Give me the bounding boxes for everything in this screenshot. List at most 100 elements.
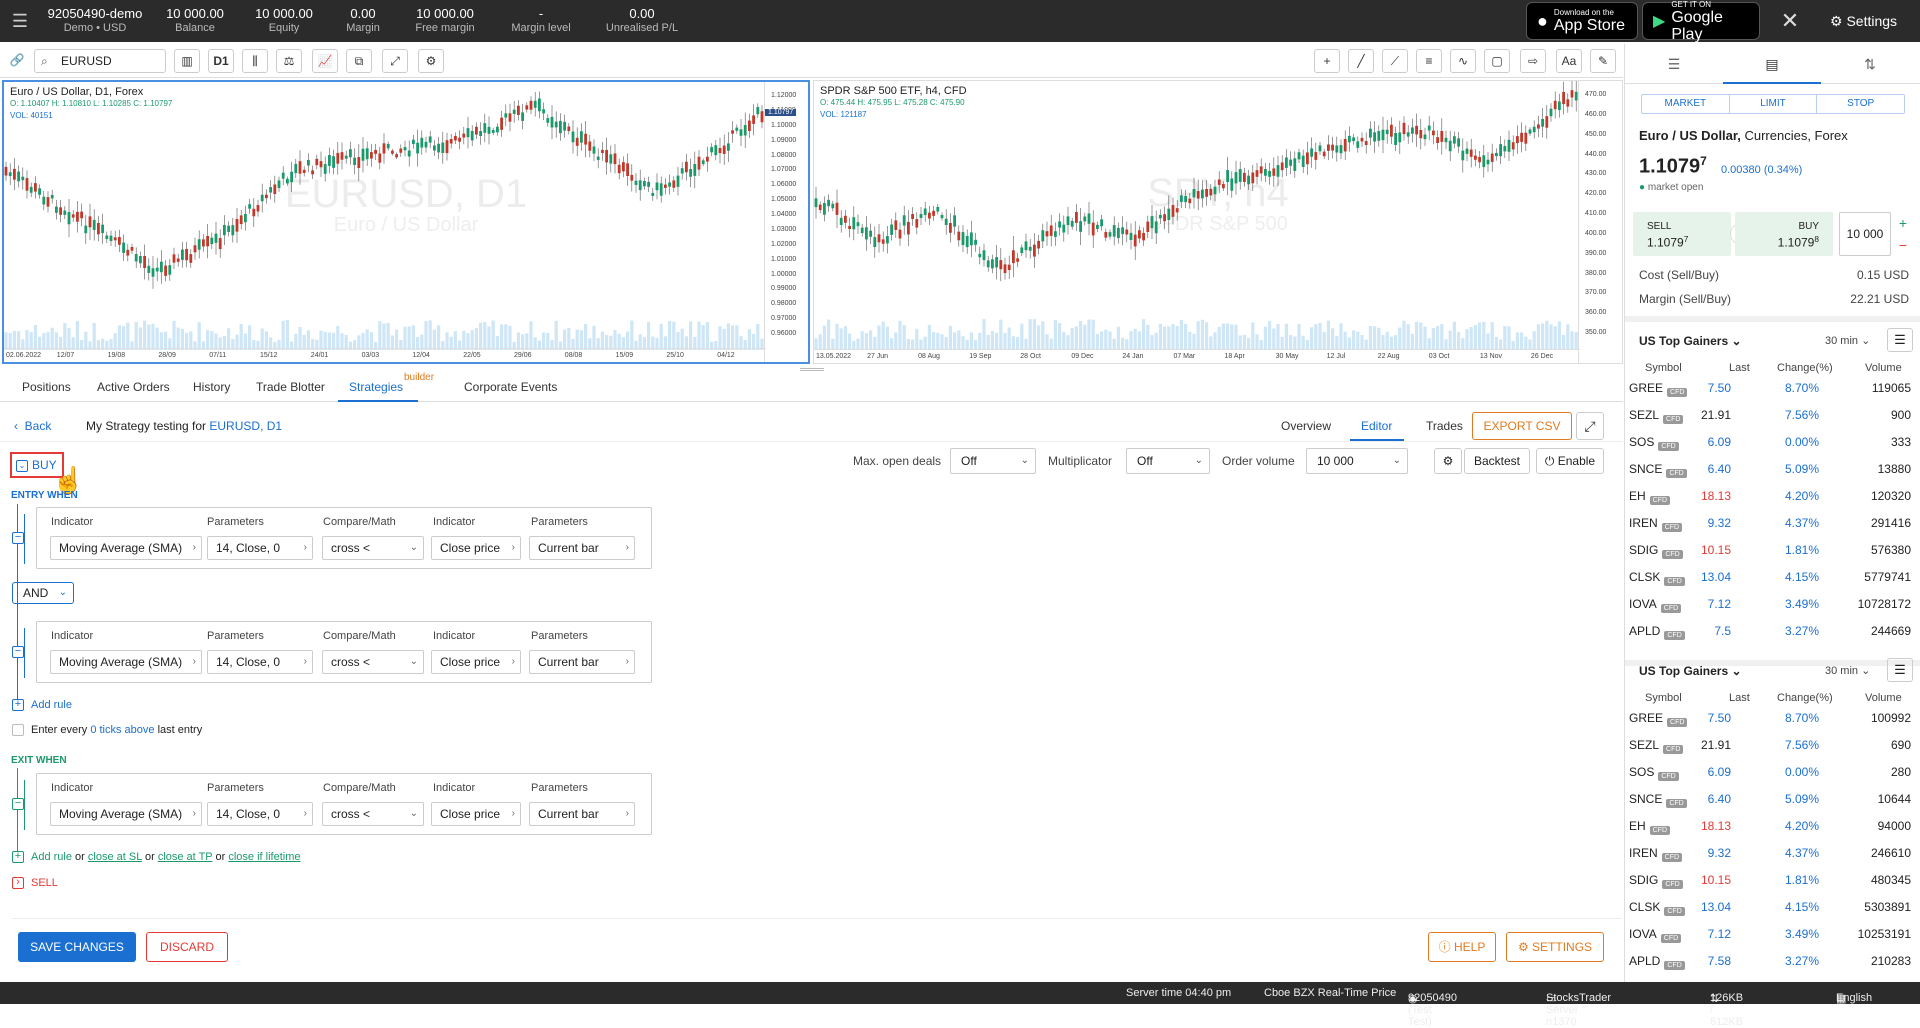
watchlist-row[interactable]: SOS CFD 6.09 0.00% 280 xyxy=(1625,758,1920,785)
watchlist-row[interactable]: SEZL CFD 21.91 7.56% 900 xyxy=(1625,401,1920,428)
watchlist-row[interactable]: APLD CFD 7.58 3.27% 210283 xyxy=(1625,947,1920,974)
indicator-select[interactable]: Moving Average (SMA) › xyxy=(50,650,202,674)
quantity-input[interactable]: 10 000 xyxy=(1839,212,1891,256)
indicator2-select[interactable]: Close price › xyxy=(431,802,521,826)
watchlist-title[interactable]: US Top Gainers ⌄ xyxy=(1639,334,1742,348)
max-open-select[interactable]: Off ⌄ xyxy=(950,448,1036,474)
back-link[interactable]: ‹ Back xyxy=(14,419,51,433)
list-icon[interactable]: ☰ xyxy=(1625,44,1723,84)
col-symbol[interactable]: Symbol xyxy=(1645,362,1682,374)
compare-select[interactable]: cross < ⌄ xyxy=(322,536,424,560)
watchlist-row[interactable]: IOVA CFD 7.12 3.49% 10253191 xyxy=(1625,920,1920,947)
menu-icon[interactable]: ☰ xyxy=(1887,328,1913,352)
close-sl-link[interactable]: close at SL xyxy=(88,851,142,863)
compare-select[interactable]: cross < ⌄ xyxy=(322,802,424,826)
order-type-stop[interactable]: STOP xyxy=(1817,95,1904,113)
buy-button[interactable]: BUY 1.10798 xyxy=(1735,212,1833,256)
close-lifetime-link[interactable]: close if lifetime xyxy=(228,851,300,863)
crosshair-icon[interactable]: + xyxy=(1314,49,1340,73)
decrease-icon[interactable]: − xyxy=(1895,234,1911,256)
candles-icon[interactable]: ⫼ xyxy=(242,49,268,73)
ticks-link[interactable]: 0 ticks above xyxy=(90,724,154,736)
chevron-right-icon[interactable]: › xyxy=(12,877,24,889)
view-overview[interactable]: Overview xyxy=(1281,419,1331,433)
export-csv-button[interactable]: EXPORT CSV xyxy=(1472,412,1572,440)
rectangle-icon[interactable]: ▢ xyxy=(1484,49,1510,73)
arrow-icon[interactable]: ⇨ xyxy=(1520,49,1546,73)
tab-strategies[interactable]: Strategies xyxy=(349,380,403,394)
app-store-badge[interactable]: ● Download on the App Store xyxy=(1526,2,1638,40)
gear-icon[interactable]: ⚙ xyxy=(1434,448,1462,474)
parameters2-select[interactable]: Current bar › xyxy=(529,802,635,826)
logic-and-select[interactable]: AND ⌄ xyxy=(12,582,74,604)
watchlist-row[interactable]: IREN CFD 9.32 4.37% 246610 xyxy=(1625,839,1920,866)
indicator-select[interactable]: Moving Average (SMA) › xyxy=(50,802,202,826)
discard-button[interactable]: DISCARD xyxy=(146,932,228,962)
order-ticket-icon[interactable]: ▤ xyxy=(1723,44,1821,84)
col-change[interactable]: Change(%) xyxy=(1777,692,1833,704)
watchlist-row[interactable]: SNCE CFD 6.40 5.09% 13880 xyxy=(1625,455,1920,482)
compare-icon[interactable]: ⚖ xyxy=(276,49,302,73)
chart-eurusd[interactable]: EURUSD, D1 Euro / US Dollar Euro / US Do… xyxy=(2,80,810,364)
strategy-symbol[interactable]: EURUSD, D1 xyxy=(209,419,282,433)
increase-icon[interactable]: + xyxy=(1895,212,1911,234)
collapse-icon[interactable]: − xyxy=(12,646,24,658)
save-changes-button[interactable]: SAVE CHANGES xyxy=(18,932,136,962)
watchlist-row[interactable]: EH CFD 18.13 4.20% 120320 xyxy=(1625,482,1920,509)
col-change[interactable]: Change(%) xyxy=(1777,362,1833,374)
help-button[interactable]: ⓘ HELP xyxy=(1428,932,1496,962)
timeframe-button[interactable]: D1 xyxy=(208,49,234,73)
trendline-icon[interactable]: ╱ xyxy=(1348,49,1374,73)
sell-toggle[interactable]: SELL xyxy=(31,877,58,889)
brush-icon[interactable]: ✎ xyxy=(1590,49,1616,73)
chart-settings-icon[interactable]: ⚙ xyxy=(418,49,444,73)
watchlist-title[interactable]: US Top Gainers ⌄ xyxy=(1639,664,1742,678)
tab-active-orders[interactable]: Active Orders xyxy=(97,380,170,394)
watchlist-row[interactable]: GREE CFD 7.50 8.70% 100992 xyxy=(1625,704,1920,731)
view-trades[interactable]: Trades xyxy=(1426,419,1463,433)
order-type-market[interactable]: MARKET xyxy=(1642,95,1730,113)
fullscreen-icon[interactable]: ⤢ xyxy=(382,49,408,73)
col-last[interactable]: Last xyxy=(1729,692,1750,704)
tab-corporate-events[interactable]: Corporate Events xyxy=(464,380,557,394)
chart-spy[interactable]: SPY, h4 SPDR S&P 500 SPDR S&P 500 ETF, h… xyxy=(813,80,1623,364)
expand-icon[interactable]: ⤢ xyxy=(1576,412,1604,440)
account-info[interactable]: 92050490-demo Demo • USD xyxy=(40,7,150,35)
tab-positions[interactable]: Positions xyxy=(22,380,71,394)
enable-button[interactable]: ⏻ Enable xyxy=(1536,448,1604,474)
watchlist-row[interactable]: SDIG CFD 10.15 1.81% 576380 xyxy=(1625,536,1920,563)
watchlist-row[interactable]: IREN CFD 9.32 4.37% 291416 xyxy=(1625,509,1920,536)
watchlist-row[interactable]: SDIG CFD 10.15 1.81% 480345 xyxy=(1625,866,1920,893)
symbol-search[interactable]: ⌕ EURUSD xyxy=(34,49,166,73)
view-editor[interactable]: Editor xyxy=(1361,419,1392,433)
indicators-icon[interactable]: 📈 xyxy=(312,49,338,73)
parameters2-select[interactable]: Current bar › xyxy=(529,536,635,560)
layout-icon[interactable]: ▥ xyxy=(174,49,200,73)
parameters-select[interactable]: 14, Close, 0 › xyxy=(207,536,313,560)
enter-every-checkbox[interactable] xyxy=(12,724,24,736)
period-select[interactable]: 30 min ⌄ xyxy=(1825,664,1870,677)
wave-icon[interactable]: ∿ xyxy=(1450,49,1476,73)
watchlist-row[interactable]: SNCE CFD 6.40 5.09% 10644 xyxy=(1625,785,1920,812)
add-rule-link[interactable]: Add rule xyxy=(31,699,72,711)
menu-icon[interactable]: ☰ xyxy=(0,11,40,32)
backtest-button[interactable]: Backtest xyxy=(1464,448,1530,474)
order-volume-select[interactable]: 10 000 ⌄ xyxy=(1306,448,1408,474)
col-volume[interactable]: Volume xyxy=(1865,692,1902,704)
menu-icon[interactable]: ☰ xyxy=(1887,658,1913,682)
col-volume[interactable]: Volume xyxy=(1865,362,1902,374)
indicator2-select[interactable]: Close price › xyxy=(431,650,521,674)
add-icon[interactable]: + xyxy=(12,699,24,711)
text-icon[interactable]: Aa xyxy=(1556,49,1582,73)
compare-select[interactable]: cross < ⌄ xyxy=(322,650,424,674)
hlines-icon[interactable]: ≡ xyxy=(1416,49,1442,73)
parameters-select[interactable]: 14, Close, 0 › xyxy=(207,802,313,826)
sort-icon[interactable]: ⇅ xyxy=(1821,44,1919,84)
watchlist-row[interactable]: EH CFD 18.13 4.20% 94000 xyxy=(1625,812,1920,839)
period-select[interactable]: 30 min ⌄ xyxy=(1825,334,1870,347)
sell-button[interactable]: SELL 1.10797 xyxy=(1633,212,1731,256)
add-exit-rule-link[interactable]: Add rule xyxy=(31,851,72,863)
col-last[interactable]: Last xyxy=(1729,362,1750,374)
watchlist-row[interactable]: APLD CFD 7.5 3.27% 244669 xyxy=(1625,617,1920,644)
watchlist-row[interactable]: SEZL CFD 21.91 7.56% 690 xyxy=(1625,731,1920,758)
